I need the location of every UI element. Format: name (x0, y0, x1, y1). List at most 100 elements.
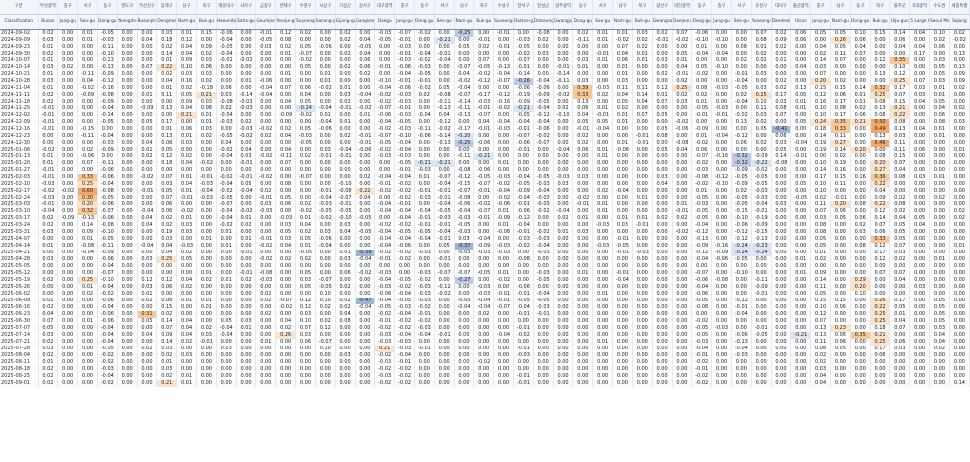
value-cell: 0.17 (909, 50, 931, 58)
value-cell: 0.00 (909, 366, 931, 373)
value-cell: 0.00 (295, 372, 316, 380)
value-cell: -0.03 (414, 270, 435, 277)
value-cell: -0.02 (374, 352, 396, 360)
value-cell: -0.01 (572, 126, 594, 133)
value-cell: 0.00 (850, 359, 871, 367)
value-cell: -0.04 (751, 201, 772, 209)
value-cell: 0.00 (632, 119, 653, 127)
value-cell: 0.03 (889, 249, 911, 257)
value-cell: 0.00 (572, 187, 594, 195)
table-row: 2025-02-10 -0.03 0.00 0.25 -0.04 0.00 0.00 0.03… (0, 180, 970, 188)
value-cell: -0.01 (671, 71, 693, 79)
date-cell: 2025-06-16 (0, 304, 39, 312)
value-cell: 0.02 (572, 29, 594, 37)
value-cell: 0.00 (552, 167, 574, 175)
value-cell: -0.13 (493, 64, 514, 72)
value-cell: 0.00 (156, 112, 178, 120)
value-cell: 0.00 (889, 180, 911, 188)
value-cell: 0.01 (790, 98, 812, 106)
value-cell: 0.21 (156, 379, 178, 387)
value-cell: 0.00 (434, 146, 455, 154)
value-cell: 0.00 (57, 98, 79, 106)
value-cell: 0.06 (850, 215, 871, 223)
value-cell: 0.01 (810, 249, 831, 257)
value-cell: 0.00 (117, 105, 138, 113)
value-cell: -0.04 (255, 91, 277, 99)
value-cell: 0.00 (117, 167, 138, 175)
value-cell: -0.01 (513, 372, 534, 380)
value-cell: 0.00 (533, 263, 554, 271)
value-cell: 0.07 (632, 112, 653, 120)
value-cell: 0.03 (216, 91, 237, 99)
value-cell: -0.04 (374, 242, 396, 250)
column-header-en: Nam-gu (454, 14, 475, 30)
value-cell: 0.17 (870, 345, 891, 353)
value-cell: 0.00 (632, 290, 653, 298)
value-cell: -0.04 (374, 119, 396, 127)
value-cell: 0.14 (810, 167, 831, 175)
value-cell: -0.03 (711, 324, 732, 332)
value-cell: -0.06 (216, 29, 237, 37)
value-cell: 0.00 (255, 119, 277, 127)
column-header-en: Buk-gu (632, 14, 653, 30)
value-cell: 0.00 (57, 126, 79, 133)
value-cell: -0.02 (374, 98, 396, 106)
value-cell: -0.03 (295, 132, 316, 140)
value-cell: 0.02 (771, 29, 792, 37)
value-cell: 0.00 (473, 146, 495, 154)
value-cell: 0.07 (810, 71, 831, 79)
value-cell: 0.00 (374, 160, 396, 168)
value-cell: -0.02 (414, 57, 435, 65)
value-cell: 0.00 (374, 50, 396, 58)
value-cell: -0.06 (691, 276, 713, 284)
value-cell: 0.25 (870, 311, 891, 319)
value-cell: 0.00 (414, 146, 435, 154)
value-cell: 0.00 (889, 187, 911, 195)
value-cell: 0.00 (592, 43, 614, 51)
column-header-en: Saha-gu (236, 14, 257, 30)
value-cell: 0.00 (592, 174, 614, 181)
value-cell: 0.27 (830, 139, 851, 147)
value-cell: 0.00 (592, 98, 614, 106)
table-row: 2025-03-10 -0.04 0.00 0.32 -0.07 0.00 -0.04 0.0… (0, 208, 970, 216)
value-cell: 0.00 (771, 180, 792, 188)
value-cell: 0.02 (77, 290, 98, 298)
value-cell: -0.01 (691, 352, 713, 360)
value-cell: 0.00 (255, 64, 277, 72)
value-cell: 0.00 (533, 352, 554, 360)
value-cell: 0.00 (454, 366, 475, 373)
value-cell: -0.07 (454, 64, 475, 72)
value-cell: 0.02 (652, 215, 673, 223)
value-cell: 0.00 (592, 256, 614, 264)
value-cell: 0.00 (751, 366, 772, 373)
column-header-ko: 대덕구 (771, 0, 792, 15)
value-cell: -0.13 (434, 105, 455, 113)
value-cell: 0.00 (374, 263, 396, 271)
value-cell: 0.00 (434, 263, 455, 271)
value-cell: 0.01 (790, 105, 812, 113)
value-cell: 0.00 (751, 318, 772, 325)
value-cell: -0.01 (731, 71, 752, 79)
value-cell: 0.00 (909, 167, 931, 175)
value-cell: 0.07 (77, 160, 98, 168)
value-cell: 0.04 (354, 50, 376, 58)
value-cell: -0.03 (533, 201, 554, 209)
value-cell: 0.01 (236, 324, 257, 332)
value-cell: -0.01 (255, 29, 277, 37)
value-cell: 0.00 (117, 324, 138, 332)
value-cell: 0.00 (949, 345, 970, 353)
value-cell: -0.03 (414, 290, 435, 298)
column-header-en: Seo-gu (731, 14, 752, 30)
value-cell: -0.05 (612, 242, 633, 250)
value-cell: -0.06 (671, 126, 693, 133)
value-cell: 0.00 (117, 146, 138, 154)
value-cell: -0.05 (97, 119, 118, 127)
value-cell: 0.00 (493, 153, 514, 161)
value-cell: 0.00 (117, 366, 138, 373)
value-cell: 0.04 (137, 222, 158, 229)
value-cell: 0.00 (552, 318, 574, 325)
value-cell: -0.39 (354, 249, 376, 257)
value-cell: 0.00 (493, 263, 514, 271)
value-cell: 0.01 (632, 50, 653, 58)
value-cell: 0.00 (790, 215, 812, 223)
